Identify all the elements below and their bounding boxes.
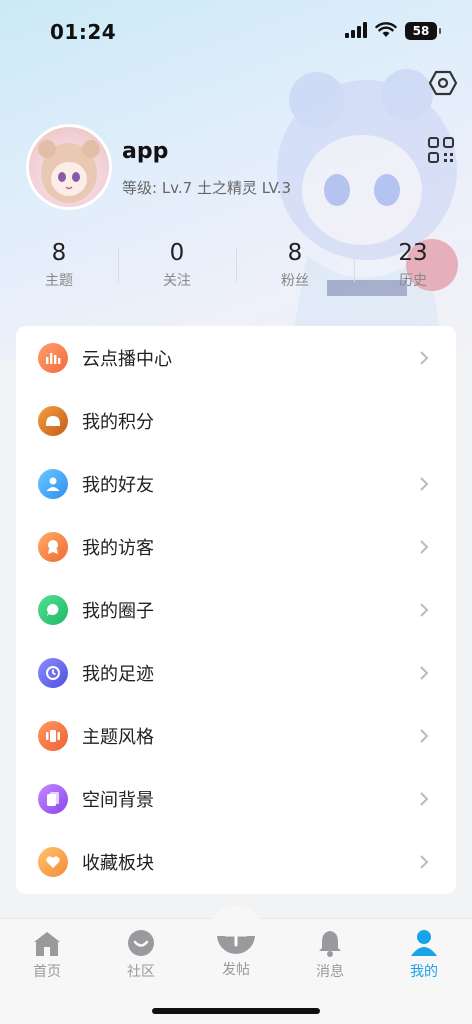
chevron-right-icon (420, 603, 429, 617)
tab-messages[interactable]: 消息 (283, 927, 377, 981)
tab-label: 消息 (316, 964, 344, 980)
tab-profile[interactable]: 我的 (377, 927, 471, 981)
profile-menu: 云点播中心 我的积分 我的好友 我的访客 我的圈子 我的足迹 主题风格 空间背景… (16, 326, 456, 894)
username: app (122, 139, 169, 164)
stat-label: 粉丝 (281, 273, 309, 289)
stat-history[interactable]: 23 历史 (354, 238, 472, 298)
chevron-right-icon (420, 855, 429, 869)
stat-value: 0 (169, 240, 185, 266)
wifi-icon (375, 22, 397, 37)
menu-item-visitors[interactable]: 我的访客 (16, 515, 456, 578)
chevron-right-icon (420, 351, 429, 365)
tab-label: 发帖 (222, 962, 250, 978)
menu-label: 收藏板块 (82, 852, 154, 874)
stat-followers[interactable]: 8 粉丝 (236, 238, 354, 298)
menu-label: 我的足迹 (82, 663, 154, 685)
bar-chart-icon (38, 342, 68, 373)
user-avatar[interactable] (26, 124, 112, 210)
chevron-right-icon (420, 666, 429, 680)
profile-stats: 8 主题 0 关注 8 粉丝 23 历史 (0, 238, 472, 298)
stat-value: 8 (287, 240, 303, 266)
menu-label: 我的访客 (82, 537, 154, 559)
home-indicator (152, 1008, 320, 1014)
menu-label: 云点播中心 (82, 348, 172, 370)
status-time: 01:24 (50, 20, 117, 44)
stat-label: 关注 (163, 273, 191, 289)
menu-label: 我的好友 (82, 474, 154, 496)
profile-icon (377, 927, 471, 957)
user-level: 等级: Lv.7 土之精灵 LV.3 (122, 179, 292, 197)
menu-label: 空间背景 (82, 789, 154, 811)
bun-icon (38, 405, 68, 436)
menu-item-favorite-boards[interactable]: 收藏板块 (16, 830, 456, 893)
chevron-right-icon (420, 540, 429, 554)
cards-icon (38, 783, 68, 814)
chat-icon (38, 594, 68, 625)
settings-hexagon-icon[interactable] (428, 68, 458, 98)
stat-value: 23 (398, 240, 428, 266)
stat-label: 历史 (399, 273, 427, 289)
menu-label: 我的积分 (82, 411, 154, 433)
menu-label: 主题风格 (82, 726, 154, 748)
badge-icon (38, 531, 68, 562)
community-icon (94, 927, 188, 957)
status-bar: 01:24 58 (0, 0, 472, 62)
home-icon (0, 927, 94, 957)
clock-icon (38, 657, 68, 688)
battery-indicator: 58 (405, 22, 441, 40)
cellular-signal-icon (345, 22, 367, 38)
menu-label: 我的圈子 (82, 600, 154, 622)
stat-value: 8 (51, 240, 67, 266)
person-icon (38, 468, 68, 499)
menu-item-friends[interactable]: 我的好友 (16, 452, 456, 515)
qr-code-icon[interactable] (428, 137, 454, 163)
menu-item-footprints[interactable]: 我的足迹 (16, 641, 456, 704)
menu-item-points[interactable]: 我的积分 (16, 389, 456, 452)
stat-following[interactable]: 0 关注 (118, 238, 236, 298)
menu-item-theme-style[interactable]: 主题风格 (16, 704, 456, 767)
bell-icon (283, 927, 377, 957)
menu-item-circles[interactable]: 我的圈子 (16, 578, 456, 641)
chevron-right-icon (420, 729, 429, 743)
tab-bar-center-bump (206, 906, 266, 936)
palette-icon (38, 720, 68, 751)
stat-topics[interactable]: 8 主题 (0, 238, 118, 298)
tab-home[interactable]: 首页 (0, 927, 94, 981)
tab-community[interactable]: 社区 (94, 927, 188, 981)
menu-item-vod-center[interactable]: 云点播中心 (16, 326, 456, 389)
tab-label: 首页 (33, 964, 61, 980)
tab-label: 我的 (410, 964, 438, 980)
avatar-illustration (38, 140, 100, 203)
tab-label: 社区 (127, 964, 155, 980)
chevron-right-icon (420, 477, 429, 491)
menu-item-space-background[interactable]: 空间背景 (16, 767, 456, 830)
heart-icon (38, 846, 68, 877)
chevron-right-icon (420, 792, 429, 806)
stat-label: 主题 (45, 273, 73, 289)
